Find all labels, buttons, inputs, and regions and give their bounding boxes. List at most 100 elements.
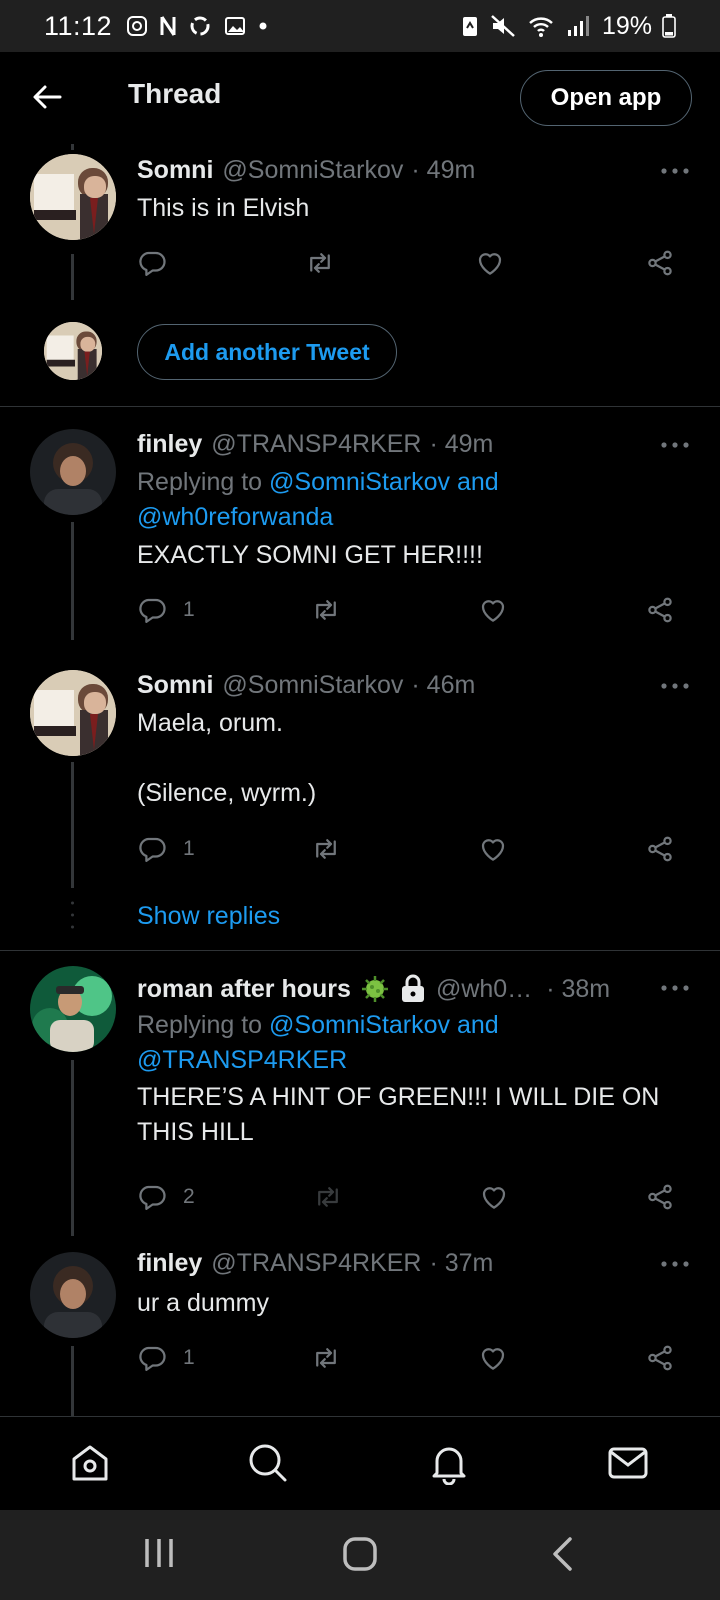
more-options-icon[interactable]	[660, 167, 690, 175]
share-icon	[645, 595, 675, 625]
reply-button[interactable]: 1	[137, 595, 195, 625]
back-button-icon[interactable]	[550, 1536, 574, 1572]
share-button[interactable]	[645, 1343, 675, 1373]
share-button[interactable]	[645, 595, 675, 625]
reply-icon	[137, 248, 167, 278]
tweet-actions: 1	[137, 834, 697, 868]
thread-connector	[71, 1346, 74, 1416]
more-options-icon[interactable]	[660, 984, 690, 992]
share-button[interactable]	[645, 834, 675, 864]
reply-button[interactable]	[137, 248, 183, 278]
like-button[interactable]	[478, 595, 508, 625]
retweet-icon	[311, 834, 341, 864]
retweet-icon	[311, 595, 341, 625]
somni-avatar[interactable]	[30, 154, 116, 240]
retweet-button-disabled	[313, 1182, 343, 1212]
reply-count: 2	[183, 1185, 195, 1208]
retweet-icon	[305, 248, 335, 278]
share-icon	[645, 1182, 675, 1212]
author-handle[interactable]: @wh0…	[436, 975, 532, 1004]
battery-saver-icon	[462, 17, 477, 36]
retweet-icon	[311, 1343, 341, 1373]
reply-button[interactable]: 1	[137, 834, 195, 864]
thread-connector	[71, 1060, 74, 1236]
heart-icon	[478, 1343, 508, 1373]
thread-timeline[interactable]: Somni @SomniStarkov · 49m This is in Elv…	[0, 144, 720, 1416]
reply-count: 1	[183, 598, 195, 621]
mute-icon	[491, 15, 515, 37]
tweet-text: ur a dummy	[137, 1289, 269, 1317]
finley-avatar[interactable]	[30, 429, 116, 515]
more-options-icon[interactable]	[660, 1260, 690, 1268]
more-options-icon[interactable]	[660, 682, 690, 690]
heart-icon	[478, 834, 508, 864]
recent-apps-icon[interactable]	[142, 1536, 176, 1570]
tweet[interactable]: finley @TRANSP4RKER · 49m Replying to @S…	[0, 414, 720, 664]
home-icon[interactable]	[68, 1441, 112, 1485]
author-handle[interactable]: @TRANSP4RKER	[211, 430, 421, 459]
like-button[interactable]	[478, 834, 508, 864]
dot-icon	[259, 22, 267, 30]
system-navigation-bar	[0, 1510, 720, 1600]
battery-icon	[662, 14, 676, 38]
like-button[interactable]	[479, 1182, 509, 1212]
home-button-icon[interactable]	[342, 1536, 378, 1572]
tweet[interactable]: finley @TRANSP4RKER · 37m ur a dummy 1	[0, 1246, 720, 1416]
back-arrow-icon[interactable]	[30, 80, 64, 114]
finley-avatar[interactable]	[30, 1252, 116, 1338]
open-app-button[interactable]: Open app	[520, 70, 692, 126]
retweet-button[interactable]	[305, 248, 335, 278]
instagram-icon	[127, 16, 148, 36]
tweet-actions: 2	[137, 1182, 697, 1216]
author-handle[interactable]: @SomniStarkov	[222, 671, 403, 700]
notification-icons	[126, 15, 268, 37]
tweet[interactable]: roman after hours @wh0… · 38m Replying t…	[0, 956, 720, 1246]
search-icon[interactable]	[246, 1441, 290, 1485]
gallery-icon	[225, 17, 246, 35]
like-button[interactable]	[478, 1343, 508, 1373]
retweet-button[interactable]	[311, 834, 341, 864]
share-icon	[645, 834, 675, 864]
reply-icon	[137, 834, 167, 864]
tweet-time: · 49m	[411, 156, 476, 184]
author-name[interactable]: Somni	[137, 156, 213, 185]
roman-avatar[interactable]	[30, 966, 116, 1052]
like-button[interactable]	[475, 248, 505, 278]
replying-to: Replying to @SomniStarkov and @wh0reforw…	[137, 465, 677, 535]
tweet-time: · 38m	[546, 974, 611, 1003]
author-handle[interactable]: @SomniStarkov	[222, 156, 403, 185]
divider	[0, 950, 720, 951]
tweet-actions: 1	[137, 595, 697, 629]
share-button[interactable]	[645, 1182, 675, 1212]
author-name[interactable]: finley	[137, 430, 202, 459]
thread-connector	[71, 522, 74, 640]
reply-count: 1	[183, 837, 195, 860]
reply-button[interactable]: 1	[137, 1343, 195, 1373]
author-handle[interactable]: @TRANSP4RKER	[211, 1249, 421, 1278]
more-replies-dots-icon	[71, 901, 74, 929]
author-name[interactable]: roman after hours	[137, 975, 351, 1004]
bell-icon[interactable]	[427, 1441, 471, 1485]
tweet-header: Somni @SomniStarkov · 49m	[137, 156, 475, 185]
retweet-icon	[313, 1182, 343, 1212]
more-options-icon[interactable]	[660, 441, 690, 449]
share-button[interactable]	[645, 248, 675, 278]
reply-icon	[137, 1182, 167, 1212]
tweet[interactable]: Somni @SomniStarkov · 46m Maela, orum. (…	[0, 664, 720, 894]
retweet-button[interactable]	[311, 1343, 341, 1373]
tweet-header: finley @TRANSP4RKER · 49m	[137, 430, 493, 459]
reply-count: 1	[183, 1346, 195, 1369]
author-name[interactable]: finley	[137, 1249, 202, 1278]
virus-emoji-icon	[361, 976, 388, 1002]
divider	[0, 406, 720, 407]
somni-avatar[interactable]	[30, 670, 116, 756]
retweet-button[interactable]	[311, 595, 341, 625]
tweet-actions: 1	[137, 1343, 697, 1377]
tweet-text: This is in Elvish	[137, 194, 310, 222]
author-name[interactable]: Somni	[137, 671, 213, 700]
tweet-time: · 46m	[411, 671, 476, 699]
add-another-tweet-button[interactable]: Add another Tweet	[137, 324, 397, 380]
reply-button[interactable]: 2	[137, 1182, 195, 1212]
mail-icon[interactable]	[606, 1441, 650, 1485]
show-replies-link[interactable]: Show replies	[137, 902, 280, 931]
